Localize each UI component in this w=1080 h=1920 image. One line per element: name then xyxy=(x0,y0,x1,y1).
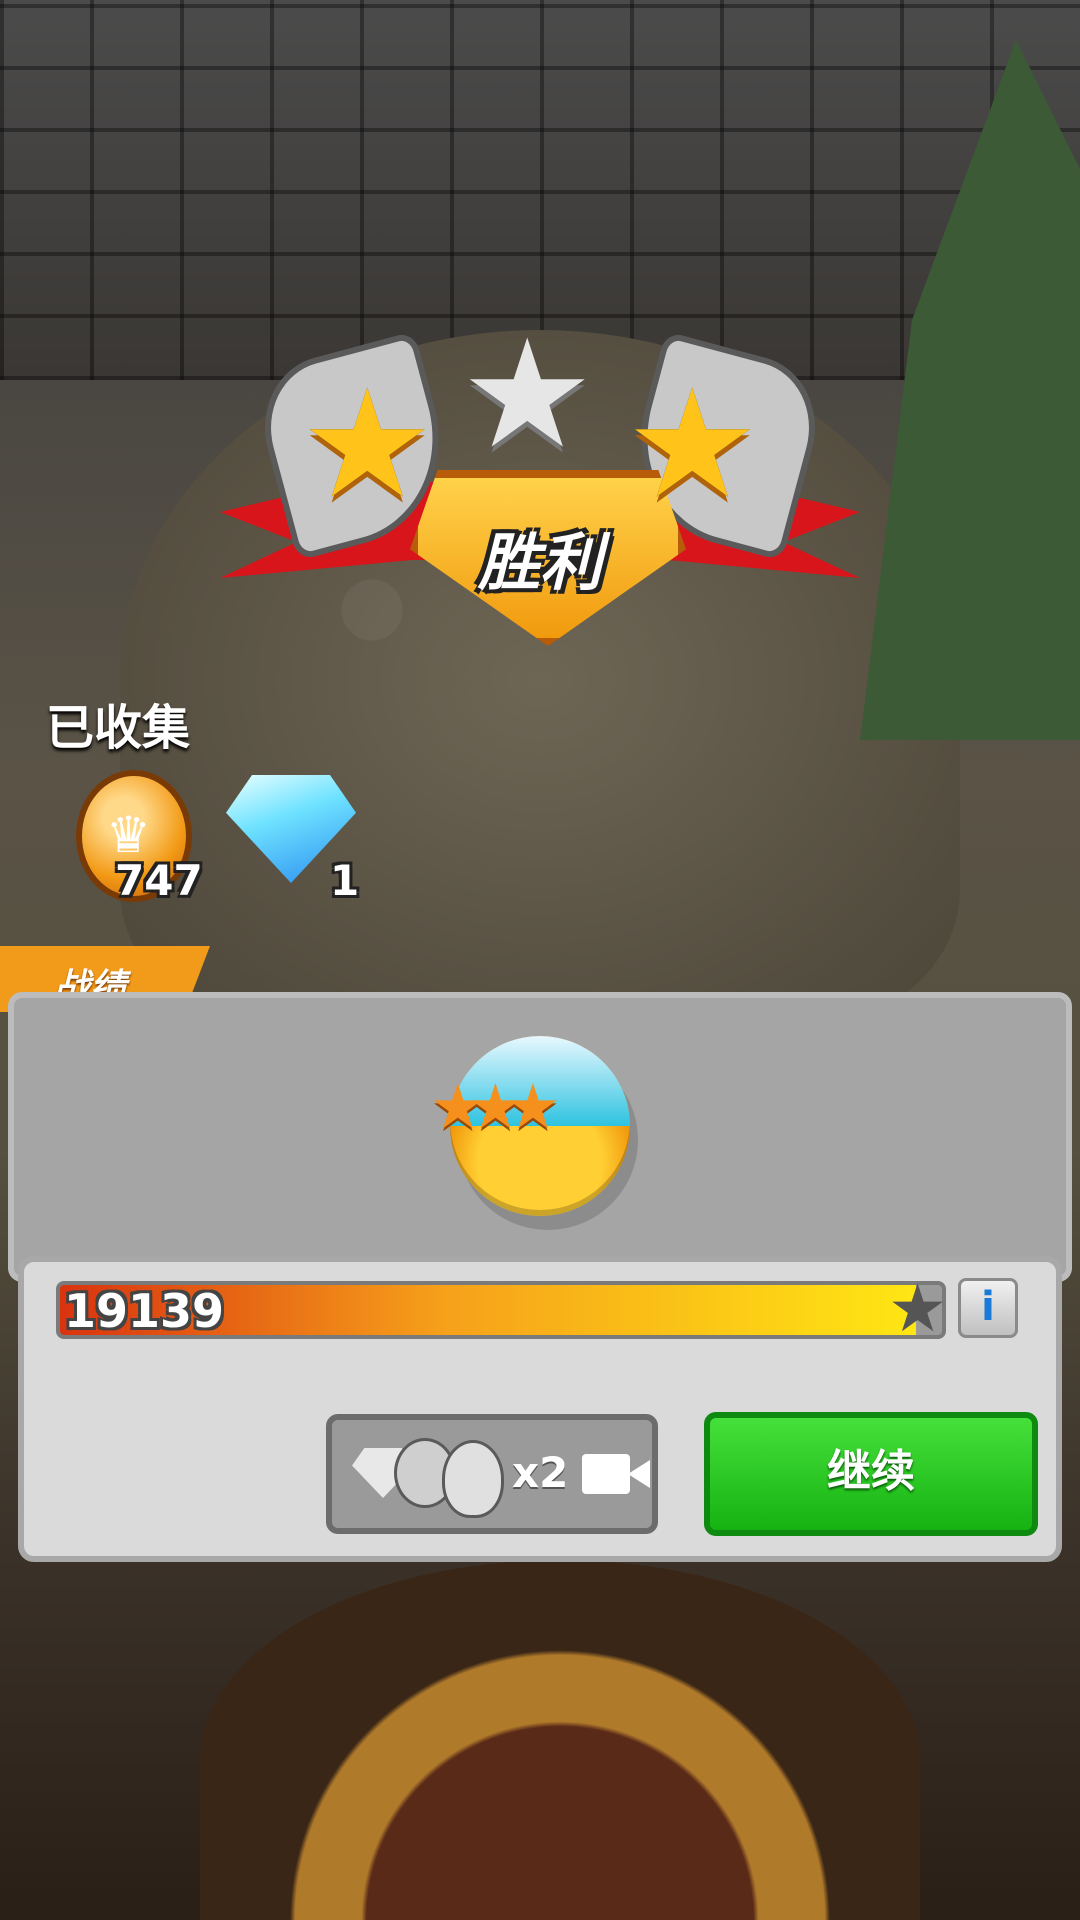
star-icon-empty: ★ xyxy=(460,308,595,482)
coin-count: 747 xyxy=(115,856,203,905)
progress-star-icon: ★ xyxy=(888,1270,948,1347)
continue-button[interactable]: 继续 xyxy=(704,1412,1038,1536)
multiplier-label: x2 xyxy=(512,1448,569,1497)
video-camera-icon xyxy=(582,1454,650,1494)
info-button[interactable]: i xyxy=(958,1278,1018,1338)
castle-gate xyxy=(200,1560,920,1920)
star-icon-earned-2: ★ xyxy=(625,358,760,532)
star-icon-earned-1: ★ xyxy=(300,358,435,532)
gem-count: 1 xyxy=(330,856,360,905)
victory-banner: 胜利 ★ ★ ★ xyxy=(210,320,870,660)
double-reward-button[interactable]: x2 xyxy=(326,1414,658,1534)
collected-title: 已收集 xyxy=(46,700,191,756)
score-value: 19139 xyxy=(64,1284,225,1338)
orb-stars-icon: ★★★ xyxy=(430,1070,561,1143)
potion-icon xyxy=(442,1440,504,1518)
